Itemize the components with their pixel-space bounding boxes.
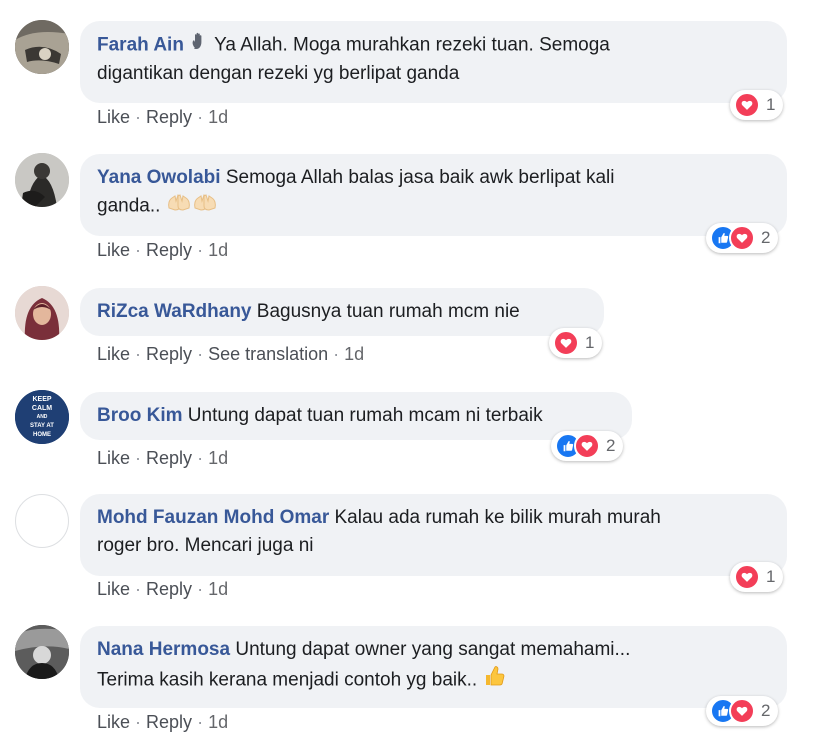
avatar[interactable] xyxy=(15,494,69,548)
separator: · xyxy=(135,448,142,468)
avatar-photo-icon xyxy=(15,153,69,207)
reaction-summary[interactable]: 2 xyxy=(551,431,624,461)
reaction-count: 2 xyxy=(761,228,771,247)
reaction-count: 1 xyxy=(766,95,776,114)
timestamp[interactable]: 1d xyxy=(208,107,228,127)
love-reaction-icon xyxy=(734,564,760,590)
separator: · xyxy=(197,240,204,260)
avatar-text: STAY AT xyxy=(30,422,54,429)
comment-text: Ya Allah. Moga murahkan rezeki tuan. Sem… xyxy=(214,34,610,56)
comment-actions: Like · Reply · See translation · 1d xyxy=(97,344,364,365)
avatar-text: AND xyxy=(36,413,48,420)
reply-link[interactable]: Reply xyxy=(146,344,192,364)
comment-text: Untung dapat owner yang sangat memahami.… xyxy=(235,639,631,660)
separator: · xyxy=(135,712,142,732)
comment-bubble: RiZca WaRdhany Bagusnya tuan rumah mcm n… xyxy=(80,288,604,336)
comment-bubble: Yana Owolabi Semoga Allah balas jasa bai… xyxy=(80,154,787,236)
reply-link[interactable]: Reply xyxy=(146,448,192,468)
comment-actions: Like · Reply · 1d xyxy=(97,107,228,128)
comment-actions: Like · Reply · 1d xyxy=(97,712,228,733)
comment-text: Bagusnya tuan rumah mcm nie xyxy=(256,301,520,322)
timestamp[interactable]: 1d xyxy=(344,344,364,364)
avatar[interactable] xyxy=(15,625,69,679)
like-link[interactable]: Like xyxy=(97,712,130,732)
like-link[interactable]: Like xyxy=(97,107,130,127)
comment-bubble: Broo Kim Untung dapat tuan rumah mcam ni… xyxy=(80,392,632,440)
love-reaction-icon xyxy=(729,225,755,251)
reaction-summary[interactable]: 1 xyxy=(730,90,784,120)
reaction-count: 2 xyxy=(606,436,616,455)
reaction-summary[interactable]: 2 xyxy=(706,223,779,253)
avatar[interactable]: KEEP CALM AND STAY AT HOME xyxy=(15,390,69,444)
reaction-summary[interactable]: 1 xyxy=(730,562,784,592)
comment-author[interactable]: Yana Owolabi xyxy=(97,167,221,188)
comment-author[interactable]: RiZca WaRdhany xyxy=(97,301,252,322)
separator: · xyxy=(197,107,204,127)
comment-actions: Like · Reply · 1d xyxy=(97,240,228,261)
comment-author[interactable]: Nana Hermosa xyxy=(97,639,230,660)
comment-text: Kalau ada rumah ke bilik murah murah xyxy=(334,507,661,528)
comment-bubble: Nana Hermosa Untung dapat owner yang san… xyxy=(80,626,787,708)
reaction-count: 1 xyxy=(766,567,776,586)
avatar-text: CALM xyxy=(31,404,53,412)
timestamp[interactable]: 1d xyxy=(208,448,228,468)
see-translation-link[interactable]: See translation xyxy=(208,344,328,364)
comment-text: Semoga Allah balas jasa baik awk berlipa… xyxy=(225,167,615,188)
avatar-photo-icon xyxy=(15,286,69,340)
timestamp[interactable]: 1d xyxy=(208,240,228,260)
avatar-photo-icon xyxy=(15,20,69,74)
separator: · xyxy=(197,344,204,364)
comment-text: Untung dapat tuan rumah mcam ni terbaik xyxy=(187,405,543,426)
separator: · xyxy=(197,448,204,468)
reply-link[interactable]: Reply xyxy=(146,107,192,127)
reaction-count: 2 xyxy=(761,701,771,720)
avatar-text: KEEP xyxy=(32,395,52,403)
cropped-previous-comment: ' · xyxy=(90,0,350,4)
love-reaction-icon xyxy=(734,92,760,118)
waving-hand-icon xyxy=(189,31,209,60)
comment-author[interactable]: Mohd Fauzan Mohd Omar xyxy=(97,507,329,528)
love-reaction-icon xyxy=(553,330,579,356)
avatar[interactable] xyxy=(15,286,69,340)
like-link[interactable]: Like xyxy=(97,448,130,468)
love-reaction-icon xyxy=(729,698,755,724)
comment-bubble: Mohd Fauzan Mohd Omar Kalau ada rumah ke… xyxy=(80,494,787,576)
reaction-count: 1 xyxy=(585,333,595,352)
comment-bubble: Farah Ain Ya Allah. Moga murahkan rezeki… xyxy=(80,21,787,103)
separator: · xyxy=(135,240,142,260)
love-reaction-icon xyxy=(574,433,600,459)
comment-text-line2: Terima kasih kerana menjadi contoh yg ba… xyxy=(97,669,478,691)
reaction-summary[interactable]: 1 xyxy=(549,328,603,358)
separator: · xyxy=(135,579,142,599)
timestamp[interactable]: 1d xyxy=(208,712,228,732)
like-link[interactable]: Like xyxy=(97,344,130,364)
timestamp[interactable]: 1d xyxy=(208,579,228,599)
separator: · xyxy=(197,712,204,732)
reply-link[interactable]: Reply xyxy=(146,240,192,260)
reply-link[interactable]: Reply xyxy=(146,579,192,599)
comment-text-line2: roger bro. Mencari juga ni xyxy=(97,535,314,556)
avatar-photo-icon xyxy=(15,625,69,679)
thumbs-up-icon xyxy=(482,664,506,697)
comment-text-line2: ganda.. xyxy=(97,195,161,217)
separator: · xyxy=(197,579,204,599)
comment-author[interactable]: Broo Kim xyxy=(97,405,183,426)
reply-link[interactable]: Reply xyxy=(146,712,192,732)
comment-author[interactable]: Farah Ain xyxy=(97,35,184,56)
avatar-text: HOME xyxy=(33,431,51,438)
separator: · xyxy=(135,107,142,127)
like-link[interactable]: Like xyxy=(97,240,130,260)
raised-hands-icon xyxy=(166,192,218,221)
like-link[interactable]: Like xyxy=(97,579,130,599)
avatar[interactable] xyxy=(15,20,69,74)
comment-actions: Like · Reply · 1d xyxy=(97,448,228,469)
separator: · xyxy=(135,344,142,364)
avatar[interactable] xyxy=(15,153,69,207)
comment-text-line2: digantikan dengan rezeki yg berlipat gan… xyxy=(97,63,460,84)
reaction-summary[interactable]: 2 xyxy=(706,696,779,726)
comment-actions: Like · Reply · 1d xyxy=(97,579,228,600)
separator: · xyxy=(333,344,340,364)
